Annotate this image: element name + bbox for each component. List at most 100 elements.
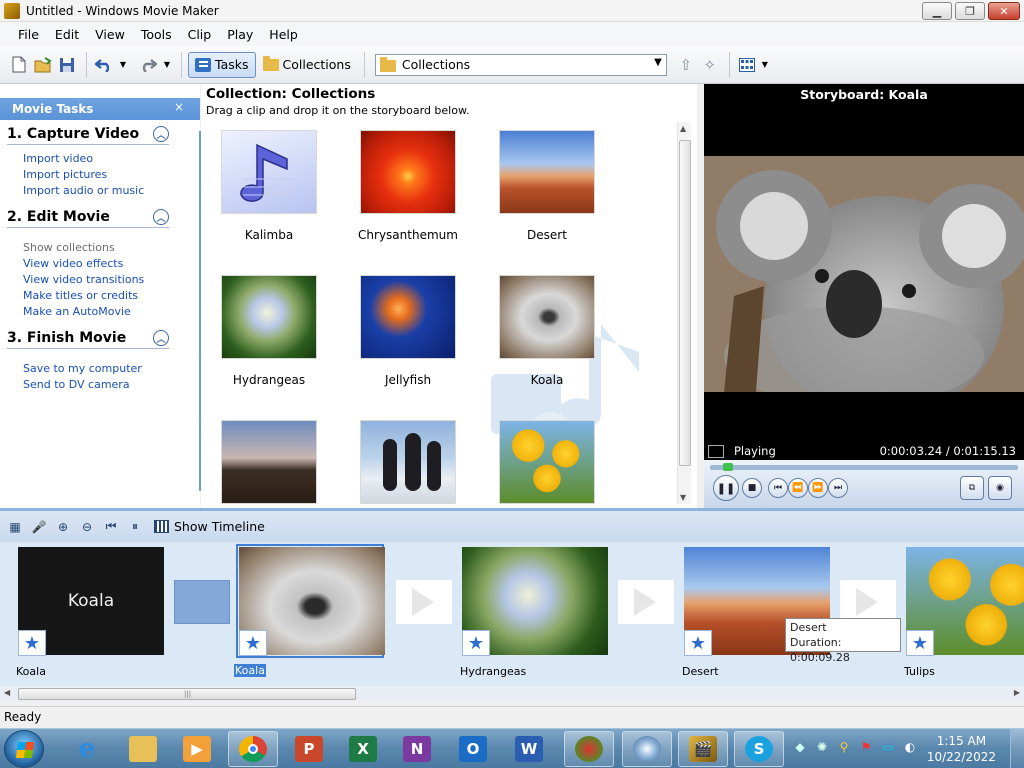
taskbar-clock[interactable]: 1:15 AM 10/22/2022 bbox=[927, 733, 996, 765]
make-automovie-link[interactable]: Make an AutoMovie bbox=[7, 304, 200, 320]
collection-clip[interactable]: Kalimba bbox=[219, 130, 319, 242]
effect-star-icon[interactable]: ★ bbox=[239, 630, 267, 656]
storyboard-clip[interactable]: ★ Hydrangeas bbox=[460, 547, 610, 678]
narrate-microphone-icon[interactable]: 🎤 bbox=[30, 518, 48, 536]
menu-help[interactable]: Help bbox=[261, 27, 306, 42]
close-icon[interactable]: × bbox=[174, 100, 184, 114]
storyboard-clip[interactable]: ★ Tulips bbox=[904, 547, 1024, 678]
chevron-up-icon[interactable]: ︿ bbox=[153, 330, 169, 346]
scroll-thumb[interactable] bbox=[679, 140, 691, 466]
seek-bar[interactable] bbox=[710, 463, 1018, 471]
excel-icon[interactable]: X bbox=[338, 731, 388, 767]
make-titles-link[interactable]: Make titles or credits bbox=[7, 288, 200, 304]
menu-tools[interactable]: Tools bbox=[133, 27, 180, 42]
show-timeline-button[interactable]: Show Timeline bbox=[154, 519, 265, 534]
view-video-effects-link[interactable]: View video effects bbox=[7, 256, 200, 272]
zoom-out-icon[interactable]: ⊖ bbox=[78, 518, 96, 536]
menu-edit[interactable]: Edit bbox=[47, 27, 87, 42]
import-pictures-link[interactable]: Import pictures bbox=[7, 167, 200, 183]
redo-icon[interactable] bbox=[137, 54, 159, 76]
minimize-button[interactable]: ▁ bbox=[922, 2, 952, 20]
new-collection-folder-icon[interactable]: ✧ bbox=[699, 54, 721, 76]
transition-slot[interactable] bbox=[174, 580, 230, 624]
collection-clip[interactable]: Hydrangeas bbox=[219, 275, 319, 387]
save-project-icon[interactable] bbox=[56, 54, 78, 76]
collection-clip[interactable] bbox=[497, 420, 597, 508]
media-player-icon[interactable]: ▶ bbox=[172, 731, 222, 767]
collections-dropdown[interactable]: Collections ▼ bbox=[374, 53, 667, 76]
rewind-button[interactable]: ⏪ bbox=[788, 478, 808, 498]
storyboard-view-icon[interactable]: ▦ bbox=[6, 518, 24, 536]
send-to-dv-camera-link[interactable]: Send to DV camera bbox=[7, 377, 200, 393]
chevron-up-icon[interactable]: ︿ bbox=[153, 209, 169, 225]
collections-button[interactable]: Collections bbox=[256, 52, 358, 78]
expand-icon[interactable] bbox=[708, 444, 724, 458]
disc-app-icon[interactable] bbox=[622, 731, 672, 767]
tray-app-icon[interactable]: ◆ bbox=[792, 739, 808, 755]
tray-network-icon[interactable]: ✺ bbox=[814, 739, 830, 755]
storyboard-clip[interactable]: ★ Koala bbox=[234, 544, 385, 677]
tray-flag-icon[interactable]: ⚑ bbox=[858, 739, 874, 755]
save-to-computer-link[interactable]: Save to my computer bbox=[7, 361, 200, 377]
pause-button[interactable]: ❚❚ bbox=[713, 475, 739, 501]
seek-knob[interactable] bbox=[722, 463, 733, 471]
undo-dropdown-icon[interactable]: ▼ bbox=[117, 54, 129, 76]
collection-clip[interactable]: Jellyfish bbox=[358, 275, 458, 387]
storyboard-clip-label[interactable]: Koala bbox=[234, 664, 266, 677]
settings-app-icon[interactable] bbox=[564, 731, 614, 767]
movie-maker-taskbar-icon[interactable]: 🎬 bbox=[678, 731, 728, 767]
maximize-button[interactable]: ❐ bbox=[955, 2, 985, 20]
chevron-up-icon[interactable]: ︿ bbox=[153, 126, 169, 142]
import-audio-link[interactable]: Import audio or music bbox=[7, 183, 200, 199]
collection-clip[interactable] bbox=[358, 420, 458, 508]
capture-video-heading[interactable]: 1. Capture Video bbox=[7, 126, 139, 142]
menu-file[interactable]: File bbox=[10, 27, 47, 42]
views-icon[interactable] bbox=[736, 54, 758, 76]
finish-movie-heading[interactable]: 3. Finish Movie bbox=[7, 330, 126, 346]
koala-preview-video[interactable] bbox=[704, 156, 1024, 392]
menu-play[interactable]: Play bbox=[219, 27, 261, 42]
stop-button[interactable]: ■ bbox=[742, 478, 762, 498]
tray-display-icon[interactable]: ▭ bbox=[880, 739, 896, 755]
collection-clip[interactable]: Chrysanthemum bbox=[358, 130, 458, 242]
view-video-transitions-link[interactable]: View video transitions bbox=[7, 272, 200, 288]
tasks-button[interactable]: Tasks bbox=[188, 51, 256, 78]
tray-search-icon[interactable]: ⚲ bbox=[836, 739, 852, 755]
menu-clip[interactable]: Clip bbox=[180, 27, 220, 42]
scroll-down-icon[interactable]: ▼ bbox=[680, 493, 686, 502]
rewind-storyboard-icon[interactable]: ⏮ bbox=[102, 518, 120, 536]
views-dropdown-icon[interactable]: ▼ bbox=[760, 54, 770, 76]
chrome-icon[interactable] bbox=[228, 731, 278, 767]
zoom-in-icon[interactable]: ⊕ bbox=[54, 518, 72, 536]
collection-clip[interactable]: Koala bbox=[497, 275, 597, 387]
play-storyboard-icon[interactable]: ⏸ bbox=[126, 518, 144, 536]
next-frame-button[interactable]: ⏭ bbox=[828, 478, 848, 498]
internet-explorer-icon[interactable]: e bbox=[62, 731, 112, 767]
storyboard-scrollbar[interactable]: ◀ ||| ▶ bbox=[0, 686, 1024, 702]
tray-volume-icon[interactable]: ◐ bbox=[902, 739, 918, 755]
onenote-icon[interactable]: N bbox=[392, 731, 442, 767]
collection-clip[interactable]: Desert bbox=[497, 130, 597, 242]
effect-star-icon[interactable]: ★ bbox=[18, 630, 46, 656]
split-clip-button[interactable]: ⧉ bbox=[960, 476, 984, 500]
new-project-icon[interactable] bbox=[8, 54, 30, 76]
effect-star-icon[interactable]: ★ bbox=[462, 630, 490, 656]
import-video-link[interactable]: Import video bbox=[7, 151, 200, 167]
menu-view[interactable]: View bbox=[87, 27, 133, 42]
skype-icon[interactable]: S bbox=[734, 731, 784, 767]
collection-scrollbar[interactable]: ▲ ▼ bbox=[677, 122, 691, 504]
storyboard-clip[interactable]: Koala ★ Koala bbox=[16, 547, 166, 678]
word-icon[interactable]: W bbox=[504, 731, 554, 767]
start-button[interactable] bbox=[4, 730, 44, 768]
redo-dropdown-icon[interactable]: ▼ bbox=[161, 54, 173, 76]
edit-movie-heading[interactable]: 2. Edit Movie bbox=[7, 209, 110, 225]
open-project-icon[interactable] bbox=[32, 54, 54, 76]
show-desktop-button[interactable] bbox=[1010, 729, 1024, 768]
up-one-level-icon[interactable]: ⇧ bbox=[675, 54, 697, 76]
collection-clip[interactable] bbox=[219, 420, 319, 508]
effect-star-icon[interactable]: ★ bbox=[684, 630, 712, 656]
take-picture-button[interactable]: ◉ bbox=[988, 476, 1012, 500]
scroll-up-icon[interactable]: ▲ bbox=[680, 124, 686, 133]
transition-slot[interactable] bbox=[618, 580, 674, 624]
transition-slot[interactable] bbox=[396, 580, 452, 624]
